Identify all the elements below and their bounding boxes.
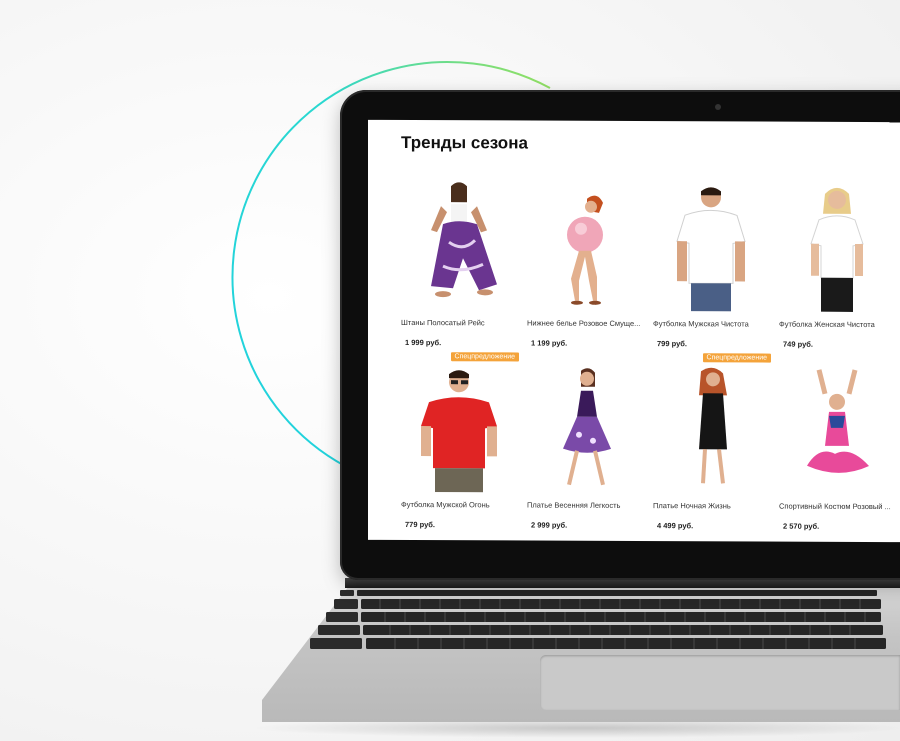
product-card[interactable]: Футболка Мужская Чистота 799 руб. (653, 183, 771, 354)
product-price: 2 999 руб. (531, 520, 568, 530)
product-name[interactable]: Футболка Мужская Чистота (653, 319, 771, 329)
product-price: 1 199 руб. (531, 338, 568, 348)
product-price: 799 руб. (657, 339, 687, 349)
woman-pink-sportsuit-icon (807, 369, 869, 473)
product-card[interactable]: Нижнее белье Розовое Смуще... 1 199 руб. (527, 183, 645, 354)
product-name[interactable]: Нижнее белье Розовое Смуще... (527, 319, 645, 329)
woman-black-dress-icon (699, 367, 727, 484)
product-price: 2 570 руб. (783, 521, 820, 531)
product-card[interactable]: Штаны Полосатый Рейс 1 999 руб. (401, 182, 519, 353)
woman-purple-pants-icon (431, 182, 497, 298)
product-name[interactable]: Платье Ночная Жизнь (653, 501, 771, 511)
product-price: 1 999 руб. (405, 337, 442, 348)
woman-white-tshirt-icon (810, 187, 864, 312)
product-card[interactable]: Футболка Женская Чистота 749 руб. (779, 184, 897, 355)
laptop-screen: Тренды сезона Штаны Полосатый Рейс 1 999… (368, 119, 900, 543)
product-name[interactable]: Футболка Мужской Огонь (401, 500, 519, 510)
product-card[interactable]: Спортивный Костюм Розовый ... 2 570 руб. (779, 366, 897, 537)
product-name[interactable]: Платье Весенняя Легкость (527, 501, 645, 511)
product-card[interactable]: Спецпредложение Футболка Мужской Огонь 7… (401, 352, 519, 535)
product-name[interactable]: Футболка Женская Чистота (779, 320, 897, 330)
product-name[interactable]: Спортивный Костюм Розовый ... (779, 502, 897, 512)
product-card[interactable]: Платье Весенняя Легкость 2 999 руб. (527, 365, 645, 536)
woman-purple-dress-icon (563, 368, 611, 486)
laptop-keyboard (310, 590, 886, 649)
man-red-tshirt-icon (421, 370, 497, 493)
laptop-trackpad (540, 655, 900, 710)
product-price: 749 руб. (783, 339, 813, 349)
product-card[interactable]: Спецпредложение Платье Ночная Жизнь 4 49… (653, 353, 771, 536)
product-price: 779 руб. (405, 519, 435, 530)
special-offer-badge: Спецпредложение (450, 352, 519, 362)
woman-pink-balloon-icon (567, 195, 603, 305)
page-title: Тренды сезона (401, 132, 528, 153)
man-white-tshirt-icon (676, 187, 746, 312)
camera-icon (715, 104, 721, 110)
special-offer-badge: Спецпредложение (702, 353, 771, 363)
product-name[interactable]: Штаны Полосатый Рейс (401, 318, 519, 328)
product-price: 4 499 руб. (657, 521, 694, 531)
